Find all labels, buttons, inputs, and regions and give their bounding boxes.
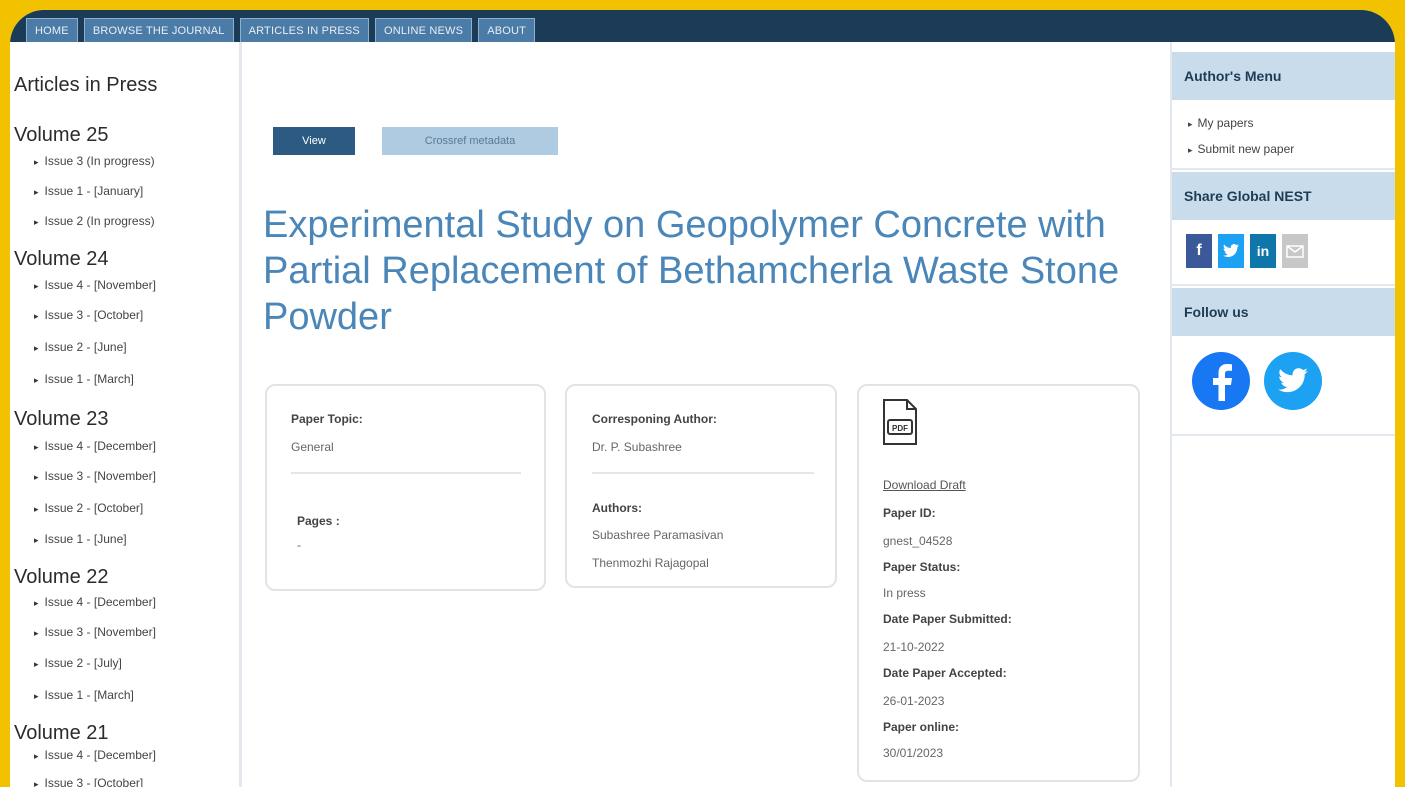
follow-heading: Follow us — [1172, 288, 1395, 336]
issue-link[interactable]: Issue 3 (In progress) — [34, 154, 155, 168]
issue-link[interactable]: Issue 2 - [July] — [34, 656, 122, 670]
submit-new-paper-link[interactable]: Submit new paper — [1188, 142, 1295, 156]
issue-link[interactable]: Issue 2 (In progress) — [34, 214, 155, 228]
article-title: Experimental Study on Geopolymer Concret… — [263, 204, 1120, 338]
issue-link[interactable]: Issue 2 - [June] — [34, 340, 127, 354]
my-papers-link[interactable]: My papers — [1188, 116, 1254, 130]
date-submitted-label: Date Paper Submitted: — [883, 612, 1012, 626]
view-button[interactable]: View — [273, 127, 355, 155]
divider — [592, 472, 814, 474]
nav-articles-in-press[interactable]: ARTICLES IN PRESS — [239, 18, 369, 42]
issue-link[interactable]: Issue 4 - [December] — [34, 748, 156, 762]
volume-23-heading: Volume 23 — [14, 408, 109, 430]
sidebar-heading: Articles in Press — [14, 74, 158, 96]
issue-link[interactable]: Issue 3 - [October] — [34, 776, 144, 787]
divider — [291, 472, 521, 474]
download-draft-link[interactable]: Download Draft — [883, 478, 966, 492]
paper-status-label: Paper Status: — [883, 560, 961, 574]
facebook-follow-icon[interactable] — [1192, 352, 1250, 410]
paper-id-label: Paper ID: — [883, 506, 936, 520]
paper-topic-label: Paper Topic: — [291, 412, 363, 426]
nav-online-news[interactable]: ONLINE NEWS — [374, 18, 473, 42]
linkedin-icon[interactable]: in — [1250, 234, 1276, 268]
main-content: View Crossref metadata Experimental Stud… — [245, 42, 1170, 787]
paper-online-label: Paper online: — [883, 720, 960, 734]
volume-21-heading: Volume 21 — [14, 722, 109, 744]
issue-link[interactable]: Issue 3 - [November] — [34, 625, 156, 639]
author-menu-box: My papers Submit new paper — [1172, 100, 1395, 170]
pdf-icon-label: PDF — [892, 424, 908, 433]
envelope-icon — [1286, 244, 1304, 258]
date-accepted-label: Date Paper Accepted: — [883, 666, 1007, 680]
paper-id-value: gnest_04528 — [883, 534, 953, 548]
paper-status-value: In press — [883, 586, 926, 600]
paper-details-card: PDF Download Draft Paper ID: gnest_04528… — [857, 384, 1140, 782]
corresponding-author-label: Corresponing Author: — [592, 412, 717, 426]
date-accepted-value: 26-01-2023 — [883, 694, 945, 708]
issue-link[interactable]: Issue 1 - [March] — [34, 372, 134, 386]
nav-home[interactable]: HOME — [26, 18, 78, 42]
corresponding-author-value: Dr. P. Subashree — [592, 440, 682, 454]
authors-card: Corresponing Author: Dr. P. Subashree Au… — [565, 384, 837, 588]
facebook-icon[interactable]: f — [1186, 234, 1212, 268]
twitter-icon[interactable] — [1218, 234, 1244, 268]
issue-link[interactable]: Issue 1 - [January] — [34, 184, 144, 198]
author-name: Thenmozhi Rajagopal — [592, 556, 709, 570]
email-icon[interactable] — [1282, 234, 1308, 268]
pages-label: Pages : — [297, 514, 340, 528]
topic-card: Paper Topic: General Pages : - — [265, 384, 546, 591]
twitter-bird-icon — [1278, 368, 1308, 393]
issue-link[interactable]: Issue 4 - [December] — [34, 439, 156, 453]
issue-link[interactable]: Issue 4 - [November] — [34, 278, 156, 292]
share-heading: Share Global NEST — [1172, 172, 1395, 220]
twitter-bird-icon — [1223, 244, 1239, 258]
page-frame: HOME BROWSE THE JOURNAL ARTICLES IN PRES… — [10, 10, 1395, 787]
follow-box — [1172, 336, 1395, 436]
issue-link[interactable]: Issue 2 - [October] — [34, 501, 144, 515]
date-submitted-value: 21-10-2022 — [883, 640, 945, 654]
nav-about[interactable]: ABOUT — [478, 18, 536, 42]
paper-online-value: 30/01/2023 — [883, 746, 944, 760]
author-name: Subashree Paramasivan — [592, 528, 724, 542]
crossref-metadata-button[interactable]: Crossref metadata — [382, 127, 558, 155]
left-sidebar: Articles in Press Volume 25 Issue 3 (In … — [10, 42, 242, 787]
issue-link[interactable]: Issue 3 - [October] — [34, 308, 144, 322]
share-box: f in — [1172, 220, 1395, 286]
author-menu-heading: Author's Menu — [1172, 52, 1395, 100]
top-navbar: HOME BROWSE THE JOURNAL ARTICLES IN PRES… — [10, 10, 1395, 42]
volume-24-heading: Volume 24 — [14, 248, 109, 270]
right-sidebar: Author's Menu My papers Submit new paper… — [1170, 42, 1395, 787]
pages-value: - — [297, 538, 301, 552]
nav-browse-journal[interactable]: BROWSE THE JOURNAL — [83, 18, 234, 42]
paper-topic-value: General — [291, 440, 334, 454]
facebook-f-glyph — [1213, 364, 1232, 401]
authors-label: Authors: — [592, 501, 642, 515]
issue-link[interactable]: Issue 1 - [June] — [34, 532, 127, 546]
volume-25-heading: Volume 25 — [14, 124, 109, 146]
issue-link[interactable]: Issue 3 - [November] — [34, 469, 156, 483]
issue-link[interactable]: Issue 4 - [December] — [34, 595, 156, 609]
twitter-follow-icon[interactable] — [1264, 352, 1322, 410]
pdf-icon[interactable]: PDF — [881, 398, 919, 446]
volume-22-heading: Volume 22 — [14, 566, 109, 588]
issue-link[interactable]: Issue 1 - [March] — [34, 688, 134, 702]
